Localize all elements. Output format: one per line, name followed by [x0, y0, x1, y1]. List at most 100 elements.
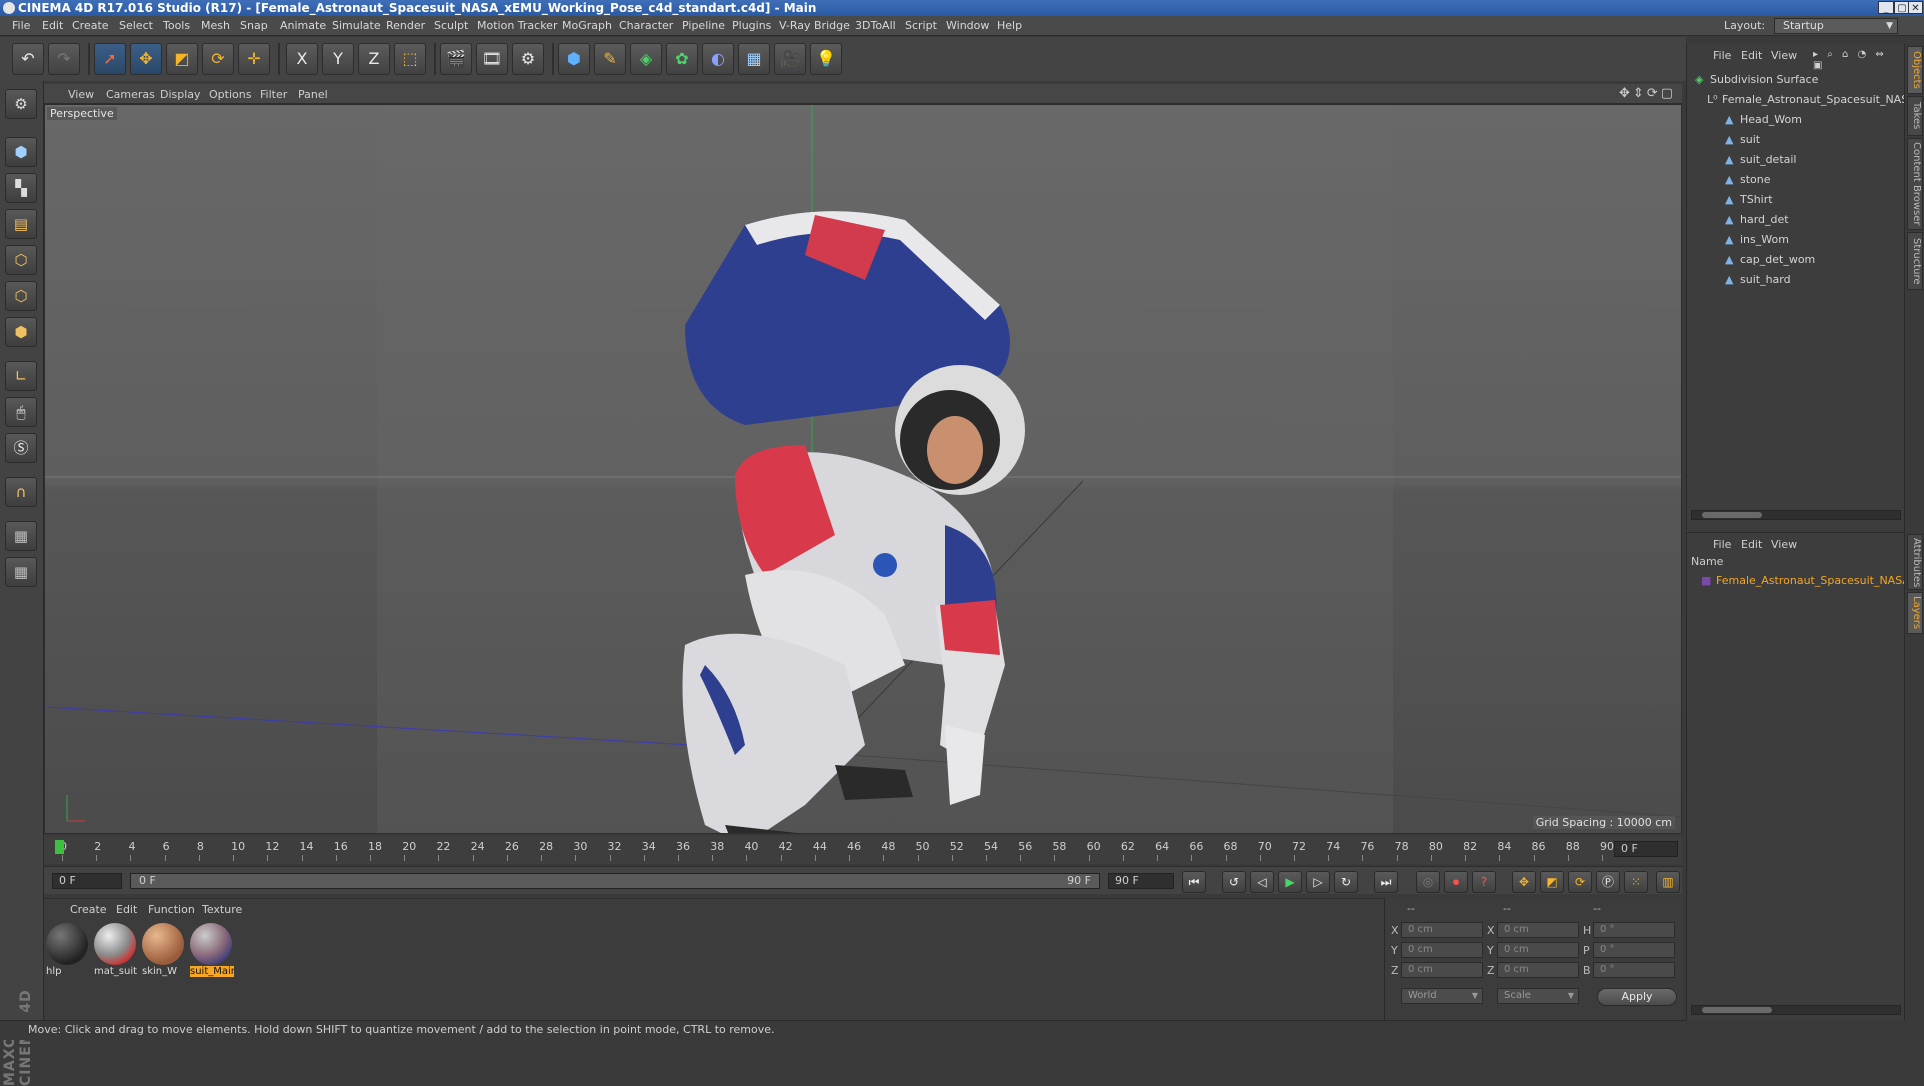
end-frame-field[interactable]: 90 F [1108, 873, 1174, 889]
material-swatch[interactable]: suit_Main [190, 923, 234, 979]
viewport-menu-view[interactable]: View [68, 88, 94, 101]
size-y-field[interactable]: 0 cm [1497, 942, 1579, 958]
menu-pipeline[interactable]: Pipeline [682, 19, 725, 32]
object-row[interactable]: ◈ Subdivision Surface [1687, 70, 1905, 90]
tab-layers[interactable]: Layers [1907, 592, 1923, 634]
frame-range-slider[interactable]: 0 F 90 F [130, 873, 1100, 889]
menu-script[interactable]: Script [905, 19, 937, 32]
polygons-mode-button[interactable]: ⬢ [5, 317, 37, 347]
edges-mode-button[interactable]: ⬡ [5, 281, 37, 311]
goto-end-button[interactable]: ⏭ [1374, 871, 1398, 893]
viewport-nav-icons[interactable]: ✥⇕⟳▢ [1619, 86, 1676, 101]
coordinate-system-button[interactable]: ⬚ [394, 43, 426, 75]
rot-b-field[interactable]: 0 ° [1593, 962, 1675, 978]
keyframe-selection-button[interactable]: ? [1472, 871, 1496, 893]
undo-button[interactable]: ↶ [12, 43, 44, 75]
prev-frame-button[interactable]: ◁ [1250, 871, 1274, 893]
material-swatch[interactable]: hlp [46, 923, 90, 979]
move-tool-button[interactable]: ✥ [130, 43, 162, 75]
tab-structure[interactable]: Structure [1907, 232, 1923, 290]
key-scale-button[interactable]: ◩ [1540, 871, 1564, 893]
menu-edit[interactable]: Edit [42, 19, 63, 32]
layer-manager-scrollbar[interactable] [1691, 1005, 1901, 1015]
object-row[interactable]: ▲ TShirt [1687, 190, 1905, 210]
object-row[interactable]: ▲ cap_det_wom [1687, 250, 1905, 270]
workplane-mode-button[interactable]: ▤ [5, 209, 37, 239]
playhead-marker[interactable] [55, 840, 64, 854]
minimize-button[interactable]: _ [1878, 1, 1894, 14]
live-selection-button[interactable]: ➚ [94, 43, 126, 75]
object-manager-tool-icons[interactable]: ▸ ⌕ ⌂ ◔ ⇔ ▣ [1813, 49, 1904, 71]
tab-attributes[interactable]: Attributes [1907, 534, 1923, 590]
layer-row[interactable]: ■ Female_Astronaut_Spacesuit_NASA [1687, 571, 1905, 591]
material-menu-create[interactable]: Create [70, 903, 107, 916]
menu-plugins[interactable]: Plugins [732, 19, 771, 32]
menu-file[interactable]: File [12, 19, 30, 32]
material-swatch[interactable]: mat_suit [94, 923, 138, 979]
menu-simulate[interactable]: Simulate [332, 19, 381, 32]
object-row[interactable]: ▲ Head_Wom [1687, 110, 1905, 130]
object-row[interactable]: ▲ stone [1687, 170, 1905, 190]
object-row[interactable]: ▲ suit_hard [1687, 270, 1905, 290]
material-menu-edit[interactable]: Edit [116, 903, 137, 916]
camera-button[interactable]: 🎥 [774, 43, 806, 75]
pos-y-field[interactable]: 0 cm [1401, 942, 1483, 958]
size-x-field[interactable]: 0 cm [1497, 922, 1579, 938]
play-button[interactable]: ▶ [1278, 871, 1302, 893]
make-editable-button[interactable]: ⚙ [5, 89, 37, 119]
points-mode-button[interactable]: ⬡ [5, 245, 37, 275]
render-settings-button[interactable]: ⚙ [512, 43, 544, 75]
model-mode-button[interactable]: ⬢ [5, 137, 37, 167]
menu-character[interactable]: Character [619, 19, 673, 32]
autokey-button[interactable]: ⏺ [1444, 871, 1468, 893]
timeline-button[interactable]: ▥ [1656, 871, 1680, 893]
scale-tool-button[interactable]: ◩ [166, 43, 198, 75]
menu-snap[interactable]: Snap [240, 19, 268, 32]
lock-workplane-button[interactable]: ▦ [5, 521, 37, 551]
object-menu-view[interactable]: View [1771, 49, 1797, 62]
cloner-button[interactable]: ✿ [666, 43, 698, 75]
recent-tool-button[interactable]: ✛ [238, 43, 270, 75]
next-key-button[interactable]: ↻ [1334, 871, 1358, 893]
menu-create[interactable]: Create [72, 19, 109, 32]
layer-menu-edit[interactable]: Edit [1741, 538, 1762, 551]
key-pla-button[interactable]: ⁙ [1624, 871, 1648, 893]
coordinate-space-dropdown[interactable]: World ▼ [1401, 988, 1483, 1004]
tab-takes[interactable]: Takes [1907, 96, 1923, 136]
timeline-ruler[interactable]: 0246810121416182022242628303234363840424… [44, 836, 1682, 864]
menu-sculpt[interactable]: Sculpt [434, 19, 468, 32]
goto-start-button[interactable]: ⏮ [1182, 871, 1206, 893]
current-frame-field[interactable]: 0 F [1614, 841, 1678, 857]
record-keys-button[interactable]: ◎ [1416, 871, 1440, 893]
object-row[interactable]: ▲ ins_Wom [1687, 230, 1905, 250]
tweak-mode-button[interactable]: 🖱 [5, 397, 37, 427]
prev-key-button[interactable]: ↺ [1222, 871, 1246, 893]
key-parameter-button[interactable]: Ⓟ [1596, 871, 1620, 893]
key-position-button[interactable]: ✥ [1512, 871, 1536, 893]
material-swatch[interactable]: skin_W [142, 923, 186, 979]
viewport-menu-panel[interactable]: Panel [298, 88, 328, 101]
viewport-menu-options[interactable]: Options [209, 88, 251, 101]
snapping-button[interactable]: ∩ [5, 477, 37, 507]
close-button[interactable]: ✕ [1908, 1, 1923, 14]
menu-vray-bridge[interactable]: V-Ray Bridge [779, 19, 850, 32]
rotate-tool-button[interactable]: ⟳ [202, 43, 234, 75]
axis-mode-button[interactable]: ∟ [5, 361, 37, 391]
spline-pen-button[interactable]: ✎ [594, 43, 626, 75]
next-frame-button[interactable]: ▷ [1306, 871, 1330, 893]
viewport-menu-filter[interactable]: Filter [260, 88, 287, 101]
layout-select[interactable]: Startup ▼ [1774, 18, 1898, 34]
menu-mograph[interactable]: MoGraph [562, 19, 612, 32]
object-row[interactable]: ▲ hard_det [1687, 210, 1905, 230]
subdivision-surface-button[interactable]: ◈ [630, 43, 662, 75]
deformer-button[interactable]: ◐ [702, 43, 734, 75]
scrollbar-thumb[interactable] [1702, 1007, 1772, 1013]
render-view-button[interactable]: 🎬 [440, 43, 472, 75]
menu-mesh[interactable]: Mesh [201, 19, 230, 32]
render-picture-viewer-button[interactable]: 🎞 [476, 43, 508, 75]
scrollbar-thumb[interactable] [1702, 512, 1762, 518]
tab-objects[interactable]: Objects [1907, 46, 1923, 94]
material-menu-function[interactable]: Function [148, 903, 195, 916]
pos-z-field[interactable]: 0 cm [1401, 962, 1483, 978]
rot-p-field[interactable]: 0 ° [1593, 942, 1675, 958]
